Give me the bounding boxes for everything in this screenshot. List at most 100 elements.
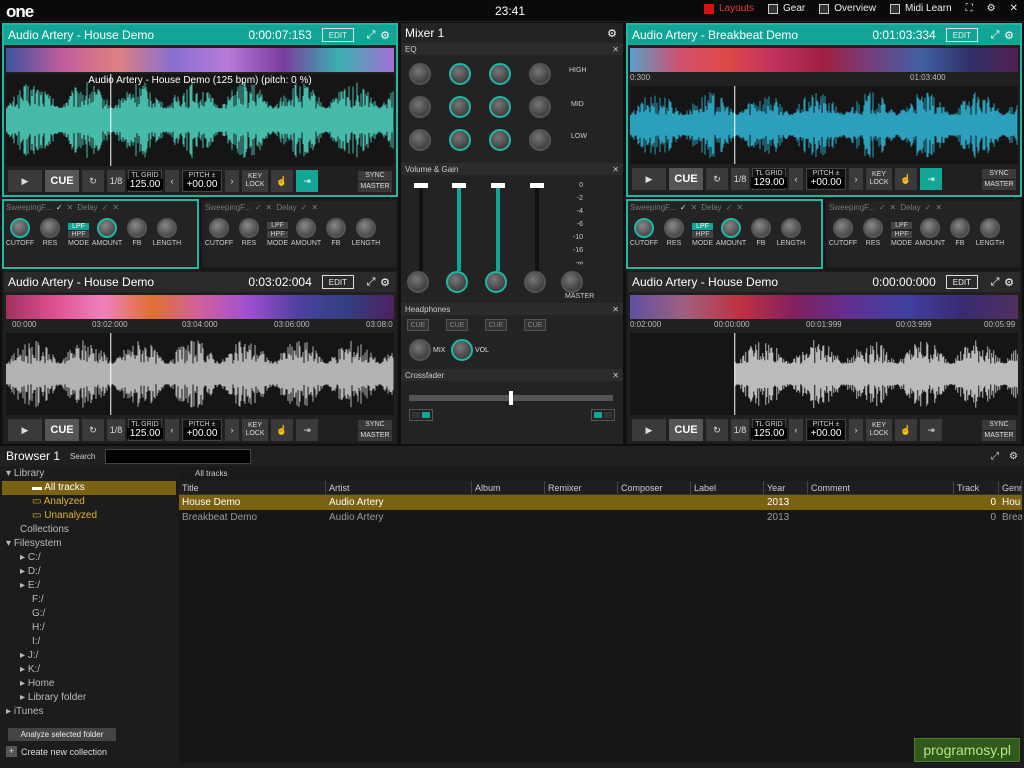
- gear-icon[interactable]: ⚙: [378, 276, 392, 289]
- eq-knob[interactable]: [449, 129, 471, 151]
- gear-icon[interactable]: ⚙: [1002, 276, 1016, 289]
- gain-knob[interactable]: [524, 271, 546, 293]
- close-app-button[interactable]: ✕: [1010, 3, 1018, 14]
- tree-drive[interactable]: F:/: [2, 593, 176, 607]
- deck-d-play-button[interactable]: ▶: [632, 419, 666, 441]
- amount-knob[interactable]: AMOUNT: [291, 218, 321, 247]
- deck-b-snap-button[interactable]: ⇥: [920, 168, 942, 190]
- tab-all-tracks[interactable]: All tracks: [179, 467, 1022, 481]
- tree-drive[interactable]: ▸ D:/: [2, 565, 176, 579]
- hp-cue-1[interactable]: CUE: [407, 319, 429, 331]
- hp-mix-knob[interactable]: [409, 339, 431, 361]
- length-knob[interactable]: LENGTH: [976, 218, 1004, 247]
- xf-assign-right[interactable]: [591, 409, 615, 421]
- deck-d-snap-button[interactable]: ⇥: [920, 419, 942, 441]
- fader-3[interactable]: [491, 183, 505, 271]
- length-knob[interactable]: LENGTH: [153, 218, 181, 247]
- res-knob[interactable]: RES: [38, 218, 62, 247]
- eq-knob[interactable]: [489, 129, 511, 151]
- deck-a-edit-button[interactable]: EDIT: [321, 28, 354, 42]
- col-title[interactable]: Title: [179, 481, 326, 494]
- eq-knob[interactable]: [409, 129, 431, 151]
- deck-a-keylock-button[interactable]: KEY LOCK: [242, 170, 268, 192]
- deck-d-loop-icon[interactable]: ↻: [706, 419, 728, 441]
- fader-2[interactable]: [452, 183, 466, 271]
- eq-knob[interactable]: [489, 96, 511, 118]
- eq-knob[interactable]: [489, 63, 511, 85]
- pitch-down-button[interactable]: ‹: [165, 419, 179, 441]
- hp-cue-2[interactable]: CUE: [446, 319, 468, 331]
- deck-d-waveform[interactable]: [630, 333, 1018, 415]
- pitch-up-button[interactable]: ›: [849, 419, 863, 441]
- res-knob[interactable]: RES: [662, 218, 686, 247]
- fader-1[interactable]: [414, 183, 428, 271]
- expand-icon[interactable]: ⤢: [991, 451, 999, 462]
- pitch-up-button[interactable]: ›: [849, 168, 863, 190]
- col-album[interactable]: Album: [472, 481, 545, 494]
- deck-b-cue-button[interactable]: CUE: [669, 168, 703, 190]
- gain-knob[interactable]: [446, 271, 468, 293]
- col-label[interactable]: Label: [691, 481, 764, 494]
- layouts-button[interactable]: Layouts: [703, 3, 754, 14]
- deck-a-snap-button[interactable]: ⇥: [296, 170, 318, 192]
- deck-d-edit-button[interactable]: EDIT: [945, 275, 978, 289]
- eq-knob[interactable]: [449, 96, 471, 118]
- col-remixer[interactable]: Remixer: [545, 481, 618, 494]
- tree-drive[interactable]: ▸ K:/: [2, 663, 176, 677]
- tree-all-tracks[interactable]: ▬ All tracks: [2, 481, 176, 495]
- settings-button[interactable]: ⚙: [987, 3, 996, 14]
- col-artist[interactable]: Artist: [326, 481, 472, 494]
- fb-knob[interactable]: FB: [749, 218, 773, 247]
- cutoff-knob[interactable]: CUTOFF: [6, 218, 34, 247]
- deck-d-master-button[interactable]: MASTER: [982, 430, 1016, 441]
- deck-b-edit-button[interactable]: EDIT: [945, 28, 978, 42]
- table-row[interactable]: Breakbeat Demo Audio Artery 2013 0 Brea: [179, 510, 1022, 525]
- create-collection-button[interactable]: + Create new collection: [6, 746, 107, 757]
- gain-knob[interactable]: [485, 271, 507, 293]
- cutoff-knob[interactable]: CUTOFF: [829, 218, 857, 247]
- eq-knob[interactable]: [409, 96, 431, 118]
- pitch-up-button[interactable]: ›: [225, 170, 239, 192]
- hand-icon[interactable]: ☝: [895, 168, 917, 190]
- hand-icon[interactable]: ☝: [271, 170, 293, 192]
- deck-b-sync-button[interactable]: SYNC: [982, 168, 1016, 179]
- amount-knob[interactable]: AMOUNT: [716, 218, 746, 247]
- deck-c-loop-size[interactable]: 1/8: [107, 419, 125, 441]
- deck-c-edit-button[interactable]: EDIT: [321, 275, 354, 289]
- gear-icon[interactable]: ⚙: [1009, 451, 1018, 462]
- gear-icon[interactable]: ⚙: [605, 27, 619, 40]
- eq-knob[interactable]: [409, 63, 431, 85]
- deck-a-cue-button[interactable]: CUE: [45, 170, 79, 192]
- fb-knob[interactable]: FB: [948, 218, 972, 247]
- deck-d-sync-button[interactable]: SYNC: [982, 419, 1016, 430]
- deck-c-play-button[interactable]: ▶: [8, 419, 42, 441]
- hp-cue-4[interactable]: CUE: [524, 319, 546, 331]
- xf-assign-left[interactable]: [409, 409, 433, 421]
- fader-4[interactable]: [530, 183, 544, 271]
- filter-mode[interactable]: LPF HPF MODE: [692, 223, 713, 247]
- midi-learn-button[interactable]: Midi Learn: [889, 3, 952, 14]
- deck-b-loop-size[interactable]: 1/8: [731, 168, 749, 190]
- deck-a-loop-icon[interactable]: ↻: [82, 170, 104, 192]
- deck-c-master-button[interactable]: MASTER: [358, 430, 392, 441]
- tree-drive[interactable]: ▸ C:/: [2, 551, 176, 565]
- pitch-down-button[interactable]: ‹: [789, 168, 803, 190]
- tree-drive[interactable]: ▸ E:/: [2, 579, 176, 593]
- deck-a-loop-size[interactable]: 1/8: [107, 170, 125, 192]
- expand-icon[interactable]: ⤢: [364, 276, 378, 289]
- tree-drive[interactable]: ▸ J:/: [2, 649, 176, 663]
- tree-library[interactable]: ▾ Library: [2, 467, 176, 481]
- deck-c-cue-button[interactable]: CUE: [45, 419, 79, 441]
- gear-icon[interactable]: ⚙: [1002, 29, 1016, 42]
- deck-b-loop-icon[interactable]: ↻: [706, 168, 728, 190]
- deck-a-play-button[interactable]: ▶: [8, 170, 42, 192]
- length-knob[interactable]: LENGTH: [777, 218, 805, 247]
- deck-a-master-button[interactable]: MASTER: [358, 181, 392, 192]
- gain-knob[interactable]: [407, 271, 429, 293]
- col-year[interactable]: Year: [764, 481, 808, 494]
- deck-b-keylock-button[interactable]: KEY LOCK: [866, 168, 892, 190]
- eq-knob[interactable]: [529, 63, 551, 85]
- tree-drive[interactable]: H:/: [2, 621, 176, 635]
- tree-home[interactable]: ▸ Home: [2, 677, 176, 691]
- deck-b-play-button[interactable]: ▶: [632, 168, 666, 190]
